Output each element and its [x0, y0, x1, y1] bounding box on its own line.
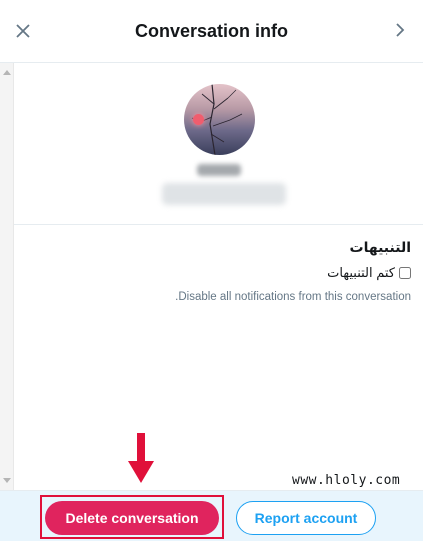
profile-section — [14, 63, 423, 225]
close-button[interactable] — [12, 20, 34, 42]
mute-notifications-label[interactable]: كتم التنبيهات — [327, 265, 395, 281]
scroll-up-icon[interactable] — [3, 70, 11, 75]
chevron-right-icon — [396, 23, 405, 37]
mute-notifications-row[interactable]: كتم التنبيهات — [327, 265, 411, 281]
avatar[interactable] — [184, 84, 255, 155]
notifications-description: Disable all notifications from this conv… — [175, 291, 411, 303]
notifications-section: التنبيهات كتم التنبيهات Disable all noti… — [14, 225, 423, 490]
sun-shape — [193, 114, 204, 125]
annotation-arrow-icon — [128, 433, 154, 483]
mute-notifications-checkbox[interactable] — [399, 267, 411, 279]
footer-actions: Delete conversation Report account — [0, 490, 423, 541]
notifications-heading: التنبيهات — [349, 239, 411, 255]
display-name-redacted — [197, 164, 241, 176]
watermark-text: www.hloly.com — [292, 473, 401, 488]
scroll-down-icon[interactable] — [3, 478, 11, 483]
delete-conversation-button[interactable]: Delete conversation — [45, 501, 219, 535]
dialog-header: Conversation info — [0, 0, 423, 63]
handle-redacted — [162, 183, 286, 205]
close-icon — [16, 24, 30, 38]
next-button[interactable] — [389, 19, 411, 41]
scrollbar[interactable] — [0, 63, 14, 490]
report-account-button[interactable]: Report account — [236, 501, 376, 535]
page-title: Conversation info — [134, 20, 288, 41]
